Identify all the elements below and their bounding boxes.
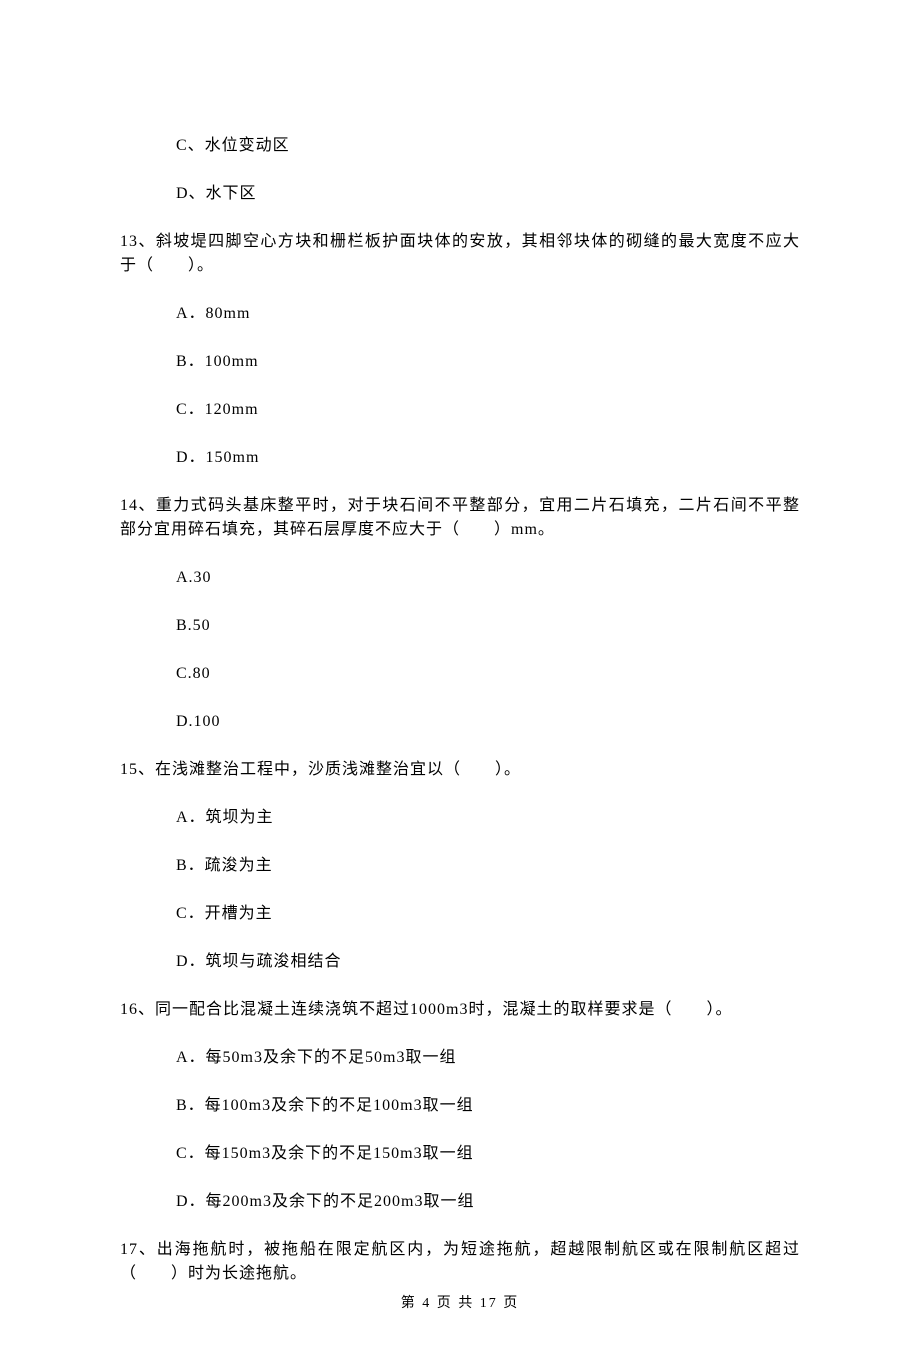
q16-option-a: A．每50m3及余下的不足50m3取一组 — [176, 1046, 800, 1070]
q13-stem: 13、斜坡堤四脚空心方块和栅栏板护面块体的安放，其相邻块体的砌缝的最大宽度不应大… — [120, 230, 800, 278]
q14-option-b: B.50 — [176, 614, 800, 638]
q15-option-c: C．开槽为主 — [176, 902, 800, 926]
q16-stem: 16、同一配合比混凝土连续浇筑不超过1000m3时，混凝土的取样要求是（ ）。 — [120, 998, 800, 1022]
q14-option-a: A.30 — [176, 566, 800, 590]
page-container: C、水位变动区 D、水下区 13、斜坡堤四脚空心方块和栅栏板护面块体的安放，其相… — [0, 0, 920, 1350]
q16-option-d: D．每200m3及余下的不足200m3取一组 — [176, 1190, 800, 1214]
q13-option-c: C．120mm — [176, 398, 800, 422]
q15-stem: 15、在浅滩整治工程中，沙质浅滩整治宜以（ ）。 — [120, 758, 800, 782]
q15-option-d: D．筑坝与疏浚相结合 — [176, 950, 800, 974]
q13-option-d: D．150mm — [176, 446, 800, 470]
q15-option-b: B．疏浚为主 — [176, 854, 800, 878]
q14-option-d: D.100 — [176, 710, 800, 734]
q14-option-c: C.80 — [176, 662, 800, 686]
q17-stem: 17、出海拖航时，被拖船在限定航区内，为短途拖航，超越限制航区或在限制航区超过（… — [120, 1238, 800, 1286]
page-footer: 第 4 页 共 17 页 — [0, 1293, 920, 1314]
q16-option-c: C．每150m3及余下的不足150m3取一组 — [176, 1142, 800, 1166]
q12-option-d: D、水下区 — [176, 182, 800, 206]
q15-option-a: A．筑坝为主 — [176, 806, 800, 830]
q16-option-b: B．每100m3及余下的不足100m3取一组 — [176, 1094, 800, 1118]
q14-stem: 14、重力式码头基床整平时，对于块石间不平整部分，宜用二片石填充，二片石间不平整… — [120, 494, 800, 542]
q13-option-a: A．80mm — [176, 302, 800, 326]
q13-option-b: B．100mm — [176, 350, 800, 374]
q12-option-c: C、水位变动区 — [176, 134, 800, 158]
